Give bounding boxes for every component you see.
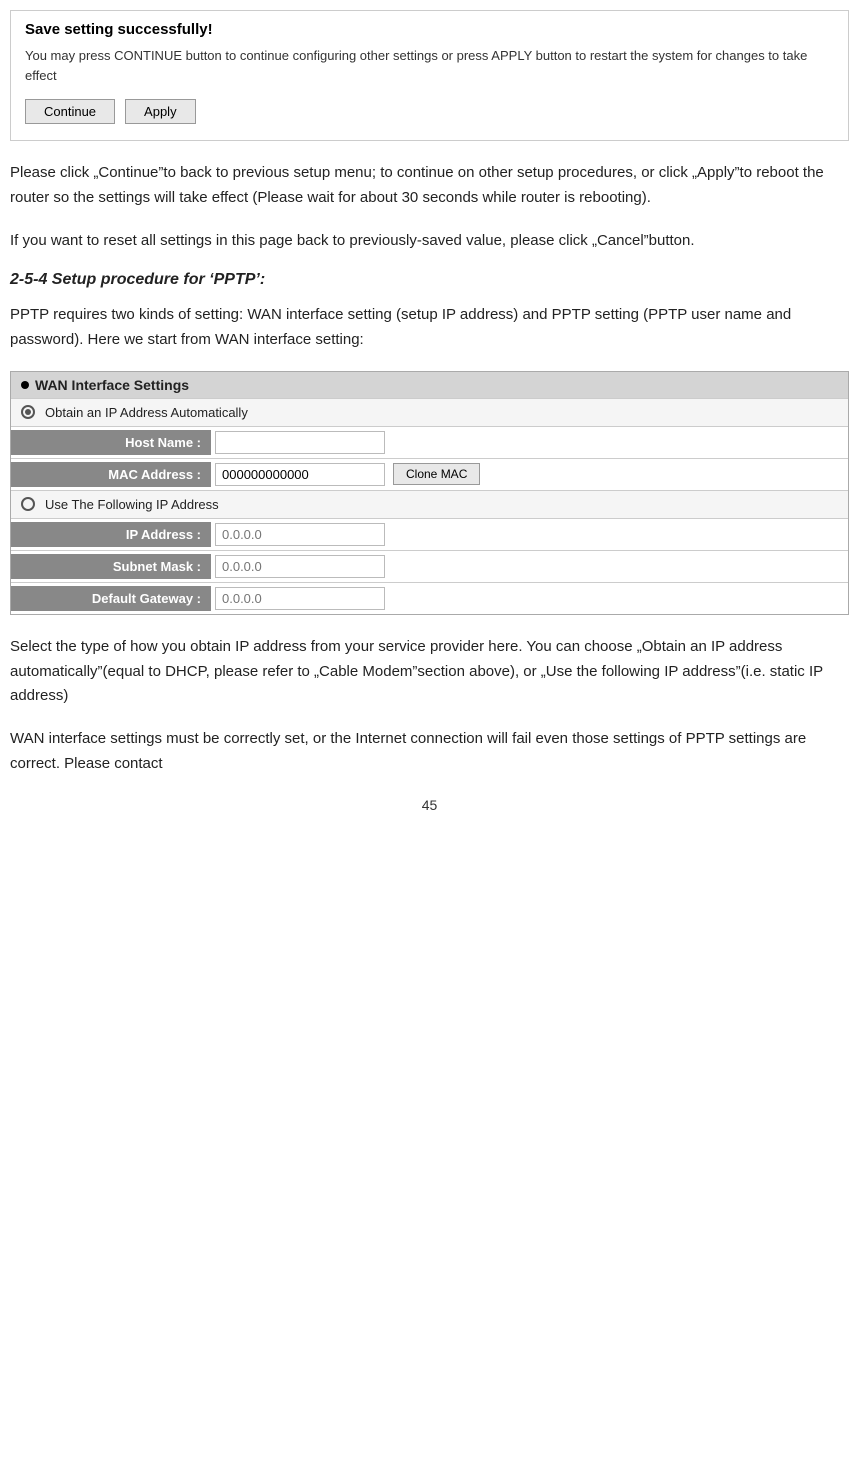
wan-header-label: WAN Interface Settings — [35, 377, 189, 393]
apply-button[interactable]: Apply — [125, 99, 196, 124]
host-name-row: Host Name : — [11, 426, 848, 458]
content-area: Please click „Continue”to back to previo… — [0, 161, 859, 353]
save-settings-box: Save setting successfully! You may press… — [10, 10, 849, 141]
default-gateway-row: Default Gateway : — [11, 582, 848, 614]
default-gateway-label: Default Gateway : — [11, 586, 211, 611]
ip-address-row: IP Address : — [11, 518, 848, 550]
ip-address-input[interactable] — [215, 523, 385, 546]
page-number: 45 — [0, 797, 859, 813]
radio-obtain-auto-icon[interactable] — [21, 405, 35, 419]
ip-address-cell — [211, 519, 848, 550]
radio-use-following-ip-row[interactable]: Use The Following IP Address — [11, 490, 848, 518]
subnet-mask-label: Subnet Mask : — [11, 554, 211, 579]
continue-button[interactable]: Continue — [25, 99, 115, 124]
save-title: Save setting successfully! — [25, 21, 834, 38]
paragraph-3: PPTP requires two kinds of setting: WAN … — [10, 303, 849, 353]
subnet-mask-input[interactable] — [215, 555, 385, 578]
mac-address-label: MAC Address : — [11, 462, 211, 487]
subnet-mask-row: Subnet Mask : — [11, 550, 848, 582]
mac-address-input[interactable] — [215, 463, 385, 486]
paragraph-1: Please click „Continue”to back to previo… — [10, 161, 849, 211]
content-area-2: Select the type of how you obtain IP add… — [0, 635, 859, 777]
paragraph-4: Select the type of how you obtain IP add… — [10, 635, 849, 709]
radio-obtain-auto-label: Obtain an IP Address Automatically — [45, 405, 248, 420]
ip-address-label: IP Address : — [11, 522, 211, 547]
host-name-cell — [211, 427, 848, 458]
mac-address-cell: Clone MAC — [211, 459, 848, 490]
bullet-icon — [21, 381, 29, 389]
default-gateway-cell — [211, 583, 848, 614]
section-heading: 2-5-4 Setup procedure for ‘PPTP’: — [10, 271, 849, 289]
mac-address-row: MAC Address : Clone MAC — [11, 458, 848, 490]
wan-header: WAN Interface Settings — [11, 372, 848, 398]
subnet-mask-cell — [211, 551, 848, 582]
host-name-input[interactable] — [215, 431, 385, 454]
radio-dot — [25, 409, 31, 415]
radio-use-following-ip-label: Use The Following IP Address — [45, 497, 219, 512]
host-name-label: Host Name : — [11, 430, 211, 455]
paragraph-5: WAN interface settings must be correctly… — [10, 727, 849, 777]
wan-interface-settings-box: WAN Interface Settings Obtain an IP Addr… — [10, 371, 849, 615]
save-description: You may press CONTINUE button to continu… — [25, 46, 834, 85]
button-row: Continue Apply — [25, 99, 834, 124]
radio-use-following-ip-icon[interactable] — [21, 497, 35, 511]
clone-mac-button[interactable]: Clone MAC — [393, 463, 480, 485]
radio-obtain-auto-row[interactable]: Obtain an IP Address Automatically — [11, 398, 848, 426]
default-gateway-input[interactable] — [215, 587, 385, 610]
paragraph-2: If you want to reset all settings in thi… — [10, 229, 849, 254]
